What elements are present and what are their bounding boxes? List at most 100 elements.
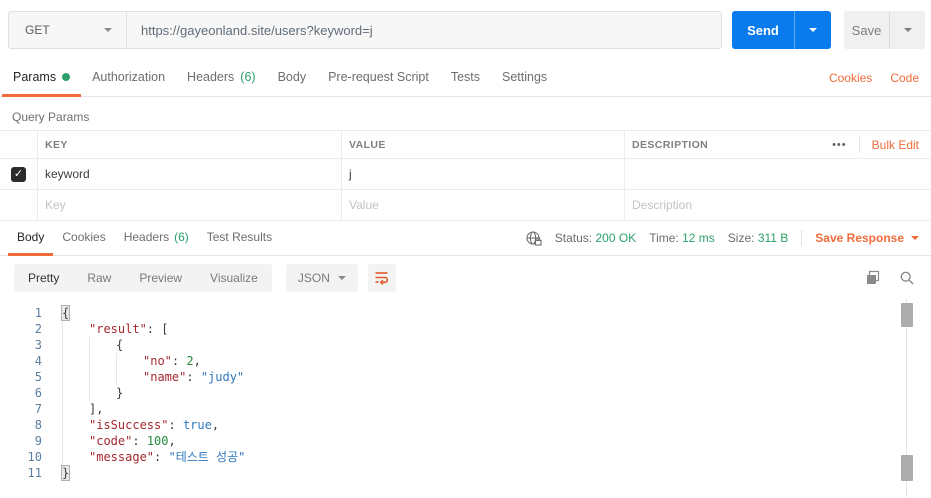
param-value-value: j — [349, 167, 352, 181]
vertical-divider — [801, 230, 803, 246]
response-tab-cookies[interactable]: Cookies — [53, 221, 114, 256]
line-number: 5 — [34, 370, 42, 384]
bulk-edit-link[interactable]: Bulk Edit — [872, 138, 919, 152]
line-number: 4 — [34, 354, 42, 368]
response-tab-headers[interactable]: Headers (6) — [115, 221, 198, 256]
tab-authorization[interactable]: Authorization — [81, 60, 176, 97]
tab-body-label: Body — [277, 70, 307, 84]
json-token-punct: : [ — [146, 322, 169, 336]
copy-response-button[interactable] — [865, 270, 881, 286]
view-preview-button[interactable]: Preview — [125, 264, 196, 292]
code-line: 8 "isSuccess": true, — [0, 417, 931, 433]
response-tab-test-results[interactable]: Test Results — [198, 221, 281, 256]
json-token-punct: : — [186, 370, 201, 384]
code-line: 2 "result": [ — [0, 321, 931, 337]
request-tabs: Params Authorization Headers (6) Body Pr… — [2, 60, 558, 97]
tab-params[interactable]: Params — [2, 60, 82, 97]
response-meta-row: Body Cookies Headers (6) Test Results St… — [0, 221, 931, 256]
tab-authorization-label: Authorization — [92, 70, 166, 84]
json-token-punct: : — [171, 354, 187, 368]
code-link[interactable]: Code — [890, 71, 919, 85]
response-tabs: Body Cookies Headers (6) Test Results — [8, 221, 281, 256]
json-token-key: "name" — [143, 370, 187, 384]
status-label: Status: — [554, 231, 593, 245]
json-token-key: "isSuccess" — [89, 418, 169, 432]
save-button[interactable]: Save — [844, 11, 889, 49]
more-options-icon[interactable]: ••• — [832, 139, 847, 151]
view-switcher: Pretty Raw Preview Visualize — [14, 263, 272, 292]
scrollbar-thumb[interactable] — [901, 455, 913, 481]
request-tabs-row: Params Authorization Headers (6) Body Pr… — [0, 60, 931, 97]
code-line: 9 "code": 100, — [0, 433, 931, 449]
indent-guide — [62, 433, 89, 449]
tab-body[interactable]: Body — [267, 60, 318, 97]
scrollbar-thumb[interactable] — [901, 303, 913, 327]
tab-headers-label: Headers — [187, 70, 235, 84]
json-token-punct: : — [154, 450, 169, 464]
response-tab-body[interactable]: Body — [8, 221, 54, 256]
json-token-punct: , — [168, 434, 176, 448]
response-headers-count-badge: (6) — [174, 230, 189, 244]
param-key-value: keyword — [45, 167, 90, 181]
json-token-punct: , — [211, 418, 220, 432]
chevron-down-icon — [903, 28, 912, 32]
json-token-num: 100 — [146, 434, 169, 448]
status-value: 200 OK — [595, 231, 637, 245]
indent-guide — [62, 385, 89, 401]
indent-guide — [62, 337, 89, 353]
view-raw-button[interactable]: Raw — [73, 264, 125, 292]
column-header-description: DESCRIPTION — [632, 138, 709, 151]
view-pretty-button[interactable]: Pretty — [14, 264, 73, 292]
cookies-link[interactable]: Cookies — [829, 71, 872, 85]
search-response-button[interactable] — [899, 270, 915, 286]
line-number: 3 — [34, 338, 42, 352]
indent-guide — [62, 321, 89, 337]
code-line: 1{ — [0, 305, 931, 321]
size-label: Size: — [727, 231, 755, 245]
save-response-button[interactable]: Save Response — [815, 231, 919, 245]
code-line: 5 "name": "judy" — [0, 369, 931, 385]
params-header-actions: ••• Bulk Edit — [832, 136, 931, 153]
json-token-key: "no" — [143, 354, 172, 368]
new-description-input[interactable] — [632, 198, 902, 212]
tab-tests-label: Tests — [450, 70, 480, 84]
param-key-cell[interactable]: keyword — [38, 159, 342, 189]
line-number: 11 — [27, 466, 42, 480]
param-enabled-checkbox[interactable]: ✓ — [11, 166, 26, 182]
param-value-cell[interactable]: j — [342, 159, 625, 189]
send-button[interactable]: Send — [732, 11, 794, 49]
indent-guide — [89, 337, 116, 353]
json-token-punct: { — [116, 338, 124, 352]
status-pair: Status: 200 OK — [555, 231, 636, 245]
param-description-cell[interactable] — [625, 159, 931, 189]
wrap-text-button[interactable] — [367, 263, 396, 292]
new-key-input[interactable] — [45, 198, 312, 212]
tab-tests[interactable]: Tests — [440, 60, 491, 97]
indent-guide — [116, 369, 143, 385]
json-token-num: 2 — [186, 354, 194, 368]
size-pair: Size: 311 B — [728, 231, 789, 245]
line-number: 2 — [34, 322, 42, 336]
postman-request-window: GET Send Save Params Authorizatio — [0, 0, 931, 498]
json-token-key: "result" — [89, 322, 147, 336]
send-options-button[interactable] — [794, 11, 831, 49]
view-visualize-button[interactable]: Visualize — [196, 264, 272, 292]
save-options-button[interactable] — [889, 11, 925, 49]
url-input[interactable] — [127, 12, 721, 48]
indent-guide — [89, 353, 116, 369]
param-placeholder-row — [0, 190, 931, 221]
response-body-editor[interactable]: 1{2 "result": [3{4 "no": 2, 5 "name": "judy"… — [0, 299, 931, 497]
indent-guide — [62, 449, 89, 465]
code-line: 4 "no": 2, — [0, 353, 931, 369]
request-right-links: Cookies Code — [829, 60, 919, 96]
json-token-punct: : — [168, 418, 183, 432]
format-select[interactable]: JSON — [285, 263, 358, 292]
line-number: 7 — [34, 402, 42, 416]
tab-settings[interactable]: Settings — [491, 60, 558, 97]
method-select[interactable]: GET — [9, 12, 127, 48]
tab-pre-request-script[interactable]: Pre-request Script — [317, 60, 440, 97]
chevron-down-icon — [337, 275, 346, 280]
new-value-input[interactable] — [349, 198, 597, 212]
size-value: 311 B — [757, 231, 789, 245]
tab-headers[interactable]: Headers (6) — [176, 60, 267, 97]
